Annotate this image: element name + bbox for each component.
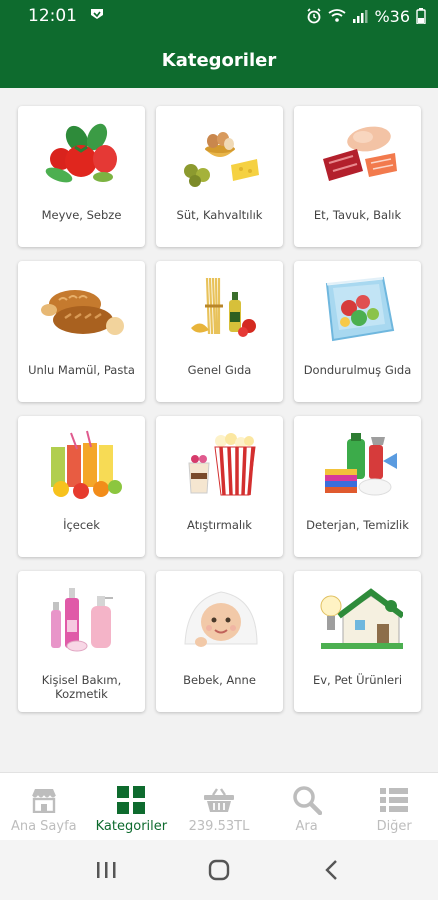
pasta-oil-icon xyxy=(172,269,268,349)
battery-level: %36 xyxy=(374,6,410,26)
bottom-navigation: Ana Sayfa Kategoriler 239.53TL Ara Diğer xyxy=(0,772,438,840)
nav-label: Kategoriler xyxy=(95,819,168,834)
signal-icon xyxy=(352,9,368,23)
dairy-breakfast-icon xyxy=(172,114,268,194)
category-label: Atıştırmalık xyxy=(187,518,252,532)
search-icon xyxy=(292,785,322,815)
category-card-kisisel-bakim[interactable]: Kişisel Bakım, Kozmetik xyxy=(18,571,145,712)
nav-label: Diğer xyxy=(376,819,412,834)
category-card-et-tavuk-balik[interactable]: Et, Tavuk, Balık xyxy=(294,106,421,247)
nav-label: Ana Sayfa xyxy=(10,819,77,834)
back-button[interactable] xyxy=(307,850,357,890)
status-time: 12:01 xyxy=(28,6,77,26)
notification-icon xyxy=(89,7,105,25)
recents-icon xyxy=(97,862,116,878)
vegetables-icon xyxy=(34,114,130,194)
grid-icon xyxy=(116,785,146,815)
category-label: Bebek, Anne xyxy=(183,673,256,687)
category-label: Süt, Kahvaltılık xyxy=(176,208,263,222)
category-label: Et, Tavuk, Balık xyxy=(313,208,402,222)
baby-icon xyxy=(172,579,268,659)
category-card-ev-pet[interactable]: Ev, Pet Ürünleri xyxy=(294,571,421,712)
home-pet-icon xyxy=(310,579,406,659)
cosmetics-icon xyxy=(34,579,130,659)
nav-item-ara[interactable]: Ara xyxy=(263,773,351,840)
home-icon xyxy=(208,859,230,881)
category-label: Dondurulmuş Gıda xyxy=(303,363,412,377)
bread-icon xyxy=(34,269,130,349)
category-card-atistirmalik[interactable]: Atıştırmalık xyxy=(156,416,283,557)
recents-button[interactable] xyxy=(81,850,131,890)
alarm-icon xyxy=(306,8,322,24)
category-card-meyve-sebze[interactable]: Meyve, Sebze xyxy=(18,106,145,247)
juice-icon xyxy=(34,424,130,504)
system-navigation-bar xyxy=(0,840,438,900)
back-icon xyxy=(324,860,337,880)
popcorn-icon xyxy=(172,424,268,504)
category-card-genel-gida[interactable]: Genel Gıda xyxy=(156,261,283,402)
category-label: Unlu Mamül, Pasta xyxy=(28,363,135,377)
category-card-sut-kahvaltilik[interactable]: Süt, Kahvaltılık xyxy=(156,106,283,247)
category-card-unlu-mamul[interactable]: Unlu Mamül, Pasta xyxy=(18,261,145,402)
store-icon xyxy=(29,785,59,815)
meat-fish-icon xyxy=(310,114,406,194)
category-card-bebek-anne[interactable]: Bebek, Anne xyxy=(156,571,283,712)
nav-item-basket[interactable]: 239.53TL xyxy=(175,773,263,840)
basket-icon xyxy=(203,785,235,815)
category-card-dondurulmus-gida[interactable]: Dondurulmuş Gıda xyxy=(294,261,421,402)
home-button[interactable] xyxy=(194,850,244,890)
category-card-icecek[interactable]: İçecek xyxy=(18,416,145,557)
battery-icon xyxy=(416,8,426,24)
nav-item-kategoriler[interactable]: Kategoriler xyxy=(88,773,176,840)
status-bar: 12:01 %36 xyxy=(0,0,438,32)
category-grid: Meyve, Sebze Süt, Kahvaltılık Et, Tavuk,… xyxy=(18,106,422,712)
page-title: Kategoriler xyxy=(161,49,277,71)
category-label: Deterjan, Temizlik xyxy=(306,518,409,532)
wifi-icon xyxy=(328,9,346,23)
basket-total: 239.53TL xyxy=(188,819,250,834)
app-bar: Kategoriler xyxy=(0,32,438,88)
category-label: Genel Gıda xyxy=(187,363,252,377)
nav-label: Ara xyxy=(295,819,318,834)
category-label: Ev, Pet Ürünleri xyxy=(312,673,403,687)
nav-item-diger[interactable]: Diğer xyxy=(350,773,438,840)
status-icons: %36 xyxy=(306,7,426,26)
category-label: Kişisel Bakım, Kozmetik xyxy=(41,673,122,701)
nav-item-ana-sayfa[interactable]: Ana Sayfa xyxy=(0,773,88,840)
category-label: Meyve, Sebze xyxy=(41,208,122,222)
category-card-deterjan-temizlik[interactable]: Deterjan, Temizlik xyxy=(294,416,421,557)
cleaning-icon xyxy=(310,424,406,504)
list-icon xyxy=(379,785,409,815)
category-label: İçecek xyxy=(63,518,100,532)
frozen-food-icon xyxy=(310,269,406,349)
